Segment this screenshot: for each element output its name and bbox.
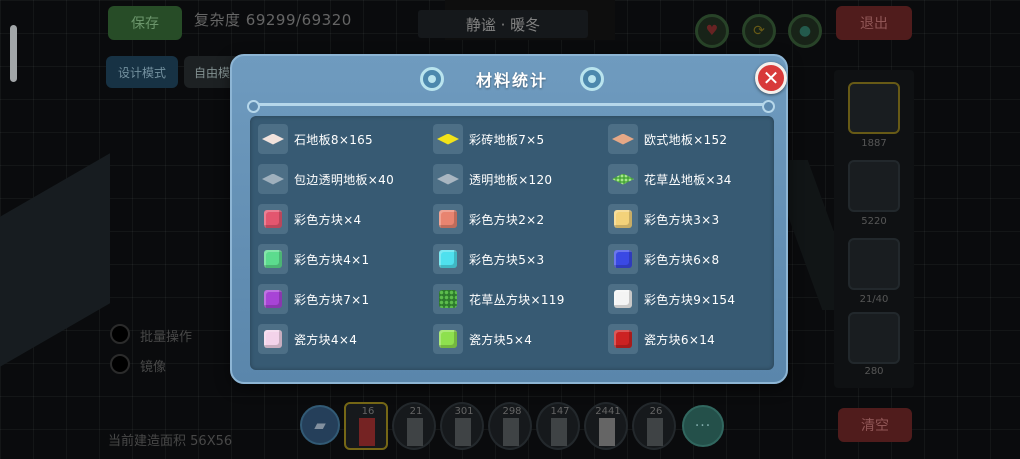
material-name: 彩色方块5×3: [469, 252, 545, 267]
dialog-title-plate: 材料统计: [412, 63, 612, 95]
material-name: 彩色方块3×3: [644, 212, 720, 227]
floor-tile-shape: [262, 133, 284, 145]
material-name: 彩色方块7×1: [294, 292, 370, 307]
material-name: 彩色方块6×8: [644, 252, 720, 267]
cube-block-icon: [608, 244, 638, 274]
bush-block-shape: [439, 290, 457, 308]
material-name: 瓷方块5×4: [469, 332, 533, 347]
material-name: 包边透明地板×40: [294, 172, 395, 187]
cube-block-icon: [433, 244, 463, 274]
flower-floor-icon: [608, 164, 638, 194]
material-item: 彩色方块7×1: [258, 284, 433, 314]
bush-block-icon: [433, 284, 463, 314]
ornament-icon: [420, 67, 444, 91]
cube-block-icon: [608, 324, 638, 354]
material-name: 石地板8×165: [294, 132, 373, 147]
flower-floor-shape: [612, 173, 634, 185]
dialog-title: 材料统计: [475, 71, 548, 90]
cube-block-shape: [614, 250, 632, 268]
close-icon: ✕: [762, 66, 780, 90]
floor-tile-shape: [262, 173, 284, 185]
cube-block-icon: [258, 244, 288, 274]
cube-block-shape: [614, 330, 632, 348]
floor-tile-shape: [612, 133, 634, 145]
floor-tile-icon: [258, 124, 288, 154]
material-name: 彩砖地板7×5: [469, 132, 545, 147]
title-divider: [247, 100, 775, 113]
material-name: 花草丛方块×119: [469, 292, 565, 307]
material-item: 彩色方块3×3: [608, 204, 768, 234]
material-name: 瓷方块4×4: [294, 332, 358, 347]
cube-block-shape: [614, 290, 632, 308]
material-item: 彩色方块5×3: [433, 244, 608, 274]
material-item: 彩砖地板7×5: [433, 124, 608, 154]
cube-block-shape: [264, 210, 282, 228]
material-name: 透明地板×120: [469, 172, 553, 187]
material-name: 彩色方块2×2: [469, 212, 545, 227]
material-name: 瓷方块6×14: [644, 332, 716, 347]
material-item: 瓷方块6×14: [608, 324, 768, 354]
material-item: 透明地板×120: [433, 164, 608, 194]
cube-block-icon: [433, 324, 463, 354]
material-name: 彩色方块9×154: [644, 292, 736, 307]
cube-block-shape: [614, 210, 632, 228]
materials-grid: 石地板8×165 彩砖地板7×5 欧式地板×152 包边透明地板×40 透明地板×120…: [258, 124, 768, 354]
material-item: 彩色方块×4: [258, 204, 433, 234]
cube-block-icon: [433, 204, 463, 234]
material-item: 彩色方块6×8: [608, 244, 768, 274]
material-name: 彩色方块4×1: [294, 252, 370, 267]
material-item: 瓷方块4×4: [258, 324, 433, 354]
material-item: 彩色方块4×1: [258, 244, 433, 274]
floor-tile-icon: [258, 164, 288, 194]
materials-list-panel: 石地板8×165 彩砖地板7×5 欧式地板×152 包边透明地板×40 透明地板×120…: [250, 116, 774, 370]
cube-block-shape: [264, 250, 282, 268]
material-name: 彩色方块×4: [294, 212, 362, 227]
material-item: 包边透明地板×40: [258, 164, 433, 194]
cube-block-icon: [258, 284, 288, 314]
cube-block-shape: [264, 330, 282, 348]
material-item: 花草丛地板×34: [608, 164, 768, 194]
cube-block-icon: [258, 204, 288, 234]
cube-block-icon: [608, 204, 638, 234]
floor-tile-icon: [433, 124, 463, 154]
close-button[interactable]: ✕: [755, 62, 787, 94]
floor-tile-shape: [437, 133, 459, 145]
floor-tile-icon: [433, 164, 463, 194]
material-item: 彩色方块2×2: [433, 204, 608, 234]
cube-block-shape: [439, 210, 457, 228]
cube-block-icon: [608, 284, 638, 314]
material-item: 欧式地板×152: [608, 124, 768, 154]
cube-block-shape: [439, 250, 457, 268]
material-item: 花草丛方块×119: [433, 284, 608, 314]
ornament-icon: [580, 67, 604, 91]
floor-tile-shape: [437, 173, 459, 185]
floor-tile-icon: [608, 124, 638, 154]
material-stats-dialog: 材料统计 ✕ 石地板8×165 彩砖地板7×5 欧式地板×152 包边透明地板×40 透…: [230, 54, 788, 384]
material-name: 欧式地板×152: [644, 132, 728, 147]
material-item: 石地板8×165: [258, 124, 433, 154]
material-name: 花草丛地板×34: [644, 172, 732, 187]
cube-block-shape: [264, 290, 282, 308]
cube-block-shape: [439, 330, 457, 348]
material-item: 瓷方块5×4: [433, 324, 608, 354]
material-item: 彩色方块9×154: [608, 284, 768, 314]
cube-block-icon: [258, 324, 288, 354]
